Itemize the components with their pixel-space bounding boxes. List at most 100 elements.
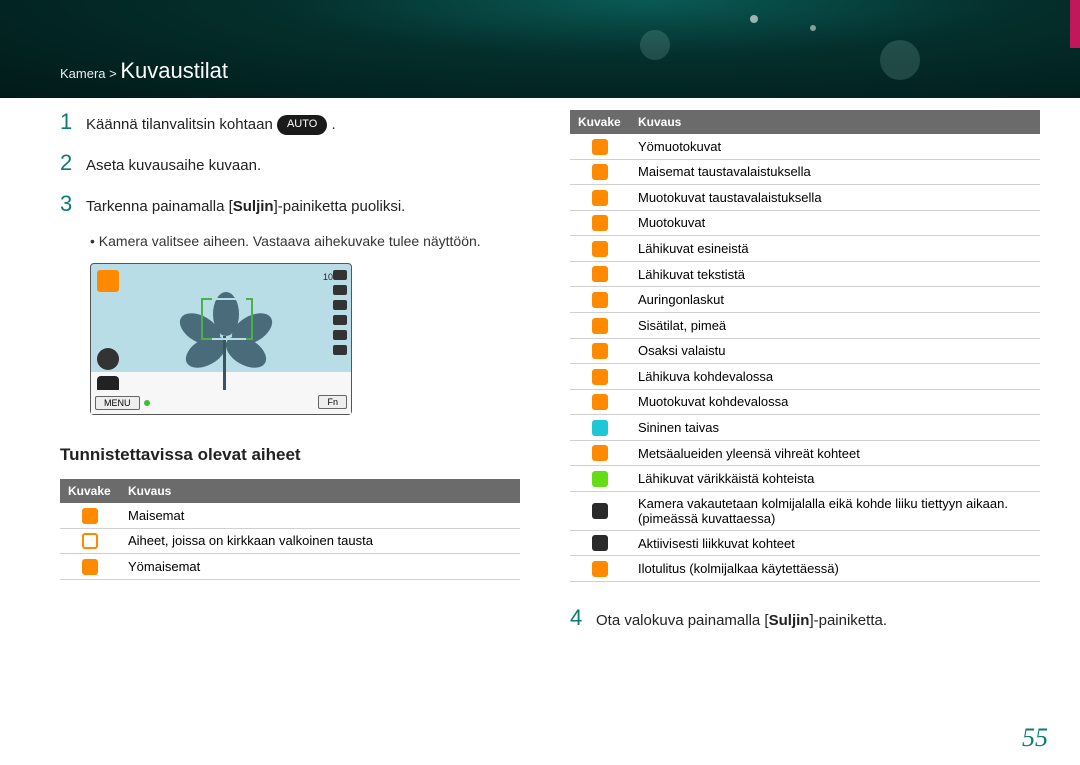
subject-desc: Osaksi valaistu xyxy=(630,338,1040,364)
table-row: Maisemat taustavalaistuksella xyxy=(570,159,1040,185)
extra-icon xyxy=(333,345,347,355)
storage-icon xyxy=(333,270,347,280)
step-3: 3 Tarkenna painamalla [Suljin]-painikett… xyxy=(60,192,520,217)
subject-icon xyxy=(592,471,608,487)
subject-icon xyxy=(592,190,608,206)
table-row: Lähikuvat esineistä xyxy=(570,236,1040,262)
camera-preview: 10 MENU Fn xyxy=(90,263,352,415)
macro-icon xyxy=(97,270,119,292)
table-row: Aktiivisesti liikkuvat kohteet xyxy=(570,530,1040,556)
subject-desc: Lähikuva kohdevalossa xyxy=(630,364,1040,390)
table-header-desc: Kuvaus xyxy=(630,110,1040,134)
subject-desc: Aktiivisesti liikkuvat kohteet xyxy=(630,530,1040,556)
subject-icon xyxy=(592,394,608,410)
subject-icon xyxy=(592,503,608,519)
subject-desc: Sininen taivas xyxy=(630,415,1040,441)
menu-button[interactable]: MENU xyxy=(95,396,140,410)
subject-desc: Maisemat taustavalaistuksella xyxy=(630,159,1040,185)
table-header-icon: Kuvake xyxy=(60,479,120,503)
breadcrumb-section: Kamera xyxy=(60,66,106,81)
subject-icon xyxy=(592,535,608,551)
right-column: Kuvake Kuvaus YömuotokuvatMaisemat taust… xyxy=(570,110,1040,745)
rec-dot-icon xyxy=(144,400,150,406)
table-row: Osaksi valaistu xyxy=(570,338,1040,364)
table-row: Lähikuvat värikkäistä kohteista xyxy=(570,466,1040,492)
step-4-text: Ota valokuva painamalla [Suljin]-painike… xyxy=(596,606,887,631)
subject-icon xyxy=(592,164,608,180)
subject-desc: Lähikuvat esineistä xyxy=(630,236,1040,262)
subject-icon xyxy=(592,420,608,436)
table-row: Muotokuvat taustavalaistuksella xyxy=(570,185,1040,211)
subject-desc: Muotokuvat kohdevalossa xyxy=(630,389,1040,415)
table-row: Lähikuva kohdevalossa xyxy=(570,364,1040,390)
subject-desc: Metsäalueiden yleensä vihreät kohteet xyxy=(630,440,1040,466)
subject-desc: Aiheet, joissa on kirkkaan valkoinen tau… xyxy=(120,528,520,554)
subject-icon xyxy=(592,561,608,577)
table-row: Metsäalueiden yleensä vihreät kohteet xyxy=(570,440,1040,466)
table-row: Auringonlaskut xyxy=(570,287,1040,313)
magenta-accent xyxy=(1070,0,1080,48)
subject-icon xyxy=(592,241,608,257)
step-2: 2 Aseta kuvausaihe kuvaan. xyxy=(60,151,520,176)
table-row: Sisätilat, pimeä xyxy=(570,312,1040,338)
table-row: Aiheet, joissa on kirkkaan valkoinen tau… xyxy=(60,528,520,554)
table-header-desc: Kuvaus xyxy=(120,479,520,503)
subjects-table-right: Kuvake Kuvaus YömuotokuvatMaisemat taust… xyxy=(570,110,1040,582)
breadcrumb-separator: > xyxy=(109,66,117,81)
table-row: Ilotulitus (kolmijalkaa käytettäessä) xyxy=(570,556,1040,582)
step-1: 1 Käännä tilanvalitsin kohtaan AUTO . xyxy=(60,110,520,135)
subject-icon xyxy=(592,139,608,155)
step-4: 4 Ota valokuva painamalla [Suljin]-paini… xyxy=(570,606,1040,631)
subject-desc: Lähikuvat tekstistä xyxy=(630,261,1040,287)
subject-icon xyxy=(592,292,608,308)
subject-desc: Yömuotokuvat xyxy=(630,134,1040,159)
step-2-number: 2 xyxy=(60,151,78,175)
subject-icon xyxy=(592,343,608,359)
table-row: Maisemat xyxy=(60,503,520,528)
subject-desc: Auringonlaskut xyxy=(630,287,1040,313)
subject-desc: Yömaisemat xyxy=(120,554,520,580)
table-header-icon: Kuvake xyxy=(570,110,630,134)
subject-icon xyxy=(592,266,608,282)
table-row: Kamera vakautetaan kolmijalalla eikä koh… xyxy=(570,491,1040,530)
preview-right-indicators: 10 xyxy=(323,268,347,358)
subjects-subheading: Tunnistettavissa olevat aiheet xyxy=(60,445,520,465)
step-1-text: Käännä tilanvalitsin kohtaan AUTO . xyxy=(86,110,336,135)
page-title: Kuvaustilat xyxy=(120,58,228,83)
left-column: 1 Käännä tilanvalitsin kohtaan AUTO . 2 … xyxy=(60,110,520,745)
subject-desc: Kamera vakautetaan kolmijalalla eikä koh… xyxy=(630,491,1040,530)
subject-desc: Muotokuvat taustavalaistuksella xyxy=(630,185,1040,211)
step-3-text: Tarkenna painamalla [Suljin]-painiketta … xyxy=(86,192,405,217)
fn-button[interactable]: Fn xyxy=(318,395,347,409)
subject-icon xyxy=(592,318,608,334)
table-row: Sininen taivas xyxy=(570,415,1040,441)
table-row: Muotokuvat kohdevalossa xyxy=(570,389,1040,415)
step-1-number: 1 xyxy=(60,110,78,134)
subject-desc: Muotokuvat xyxy=(630,210,1040,236)
subject-icon xyxy=(82,559,98,575)
subject-desc: Ilotulitus (kolmijalkaa käytettäessä) xyxy=(630,556,1040,582)
stabilize-icon xyxy=(333,330,347,340)
subject-icon xyxy=(592,445,608,461)
subject-desc: Lähikuvat värikkäistä kohteista xyxy=(630,466,1040,492)
table-row: Lähikuvat tekstistä xyxy=(570,261,1040,287)
focus-indicator xyxy=(201,298,253,340)
page-number: 55 xyxy=(1022,723,1048,753)
table-row: Muotokuvat xyxy=(570,210,1040,236)
subject-icon xyxy=(592,369,608,385)
step-3-number: 3 xyxy=(60,192,78,216)
subject-icon xyxy=(592,215,608,231)
auto-mode-badge: AUTO xyxy=(277,115,327,134)
mode-dial-icon xyxy=(97,348,119,370)
step-2-text: Aseta kuvausaihe kuvaan. xyxy=(86,151,261,176)
breadcrumb: Kamera > Kuvaustilat xyxy=(60,58,228,84)
subject-icon xyxy=(82,508,98,524)
step-4-number: 4 xyxy=(570,606,588,630)
table-row: Yömuotokuvat xyxy=(570,134,1040,159)
battery-icon xyxy=(333,300,347,310)
size-icon xyxy=(333,285,347,295)
subjects-table-left: Kuvake Kuvaus MaisematAiheet, joissa on … xyxy=(60,479,520,580)
table-row: Yömaisemat xyxy=(60,554,520,580)
step-3-bullet: Kamera valitsee aiheen. Vastaava aihekuv… xyxy=(90,233,520,249)
subject-desc: Maisemat xyxy=(120,503,520,528)
